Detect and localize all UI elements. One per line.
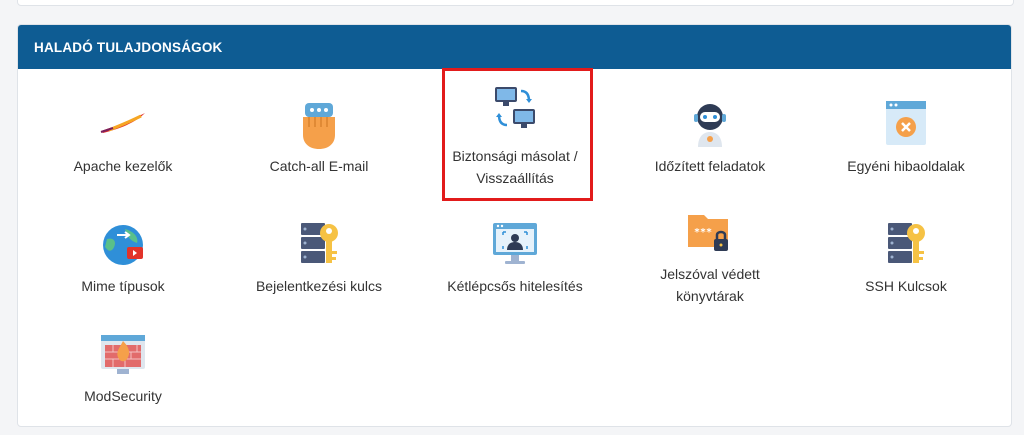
item-protected-directories[interactable]: *** Jelszóval védett könyvtárak (620, 205, 800, 307)
item-label: Mime típusok (81, 278, 165, 294)
item-label: Egyéni hibaoldalak (847, 158, 965, 174)
item-label: Catch-all E-mail (269, 158, 369, 174)
item-label: SSH Kulcsok (865, 278, 947, 294)
item-modsecurity[interactable]: ModSecurity (33, 327, 213, 407)
catch-all-hand-icon (303, 103, 335, 149)
panel-title: HALADÓ TULAJDONSÁGOK (34, 39, 223, 55)
item-label: Időzített feladatok (654, 158, 766, 174)
error-page-icon (886, 101, 926, 145)
item-label: Kétlépcsős hitelesítés (447, 278, 583, 294)
mime-globe-icon (103, 225, 143, 265)
item-label: ModSecurity (84, 388, 162, 404)
item-ssh-keys[interactable]: SSH Kulcsok (816, 217, 996, 297)
protected-folder-icon: *** (688, 215, 728, 251)
item-label: Apache kezelők (73, 158, 173, 174)
ssh-key-icon (888, 223, 925, 263)
item-mime-types[interactable]: Mime típusok (33, 217, 213, 297)
previous-panel (17, 0, 1014, 6)
highlight-box (442, 68, 593, 201)
item-apache-handlers[interactable]: Apache kezelők (33, 97, 213, 177)
login-key-icon (301, 223, 338, 263)
two-factor-monitor-icon (493, 223, 537, 264)
item-label: Bejelentkezési kulcs (255, 278, 383, 294)
item-label: Jelszóval védett könyvtárak (660, 266, 760, 304)
modsecurity-firewall-icon (101, 335, 145, 374)
svg-text:***: *** (694, 227, 712, 238)
panel-header: HALADÓ TULAJDONSÁGOK (18, 25, 1011, 69)
cron-robot-icon (694, 104, 726, 147)
item-catch-all[interactable]: Catch-all E-mail (229, 97, 409, 177)
item-two-factor-auth[interactable]: Kétlépcsős hitelesítés (425, 217, 605, 297)
apache-feather-icon (100, 113, 145, 133)
item-custom-error-pages[interactable]: Egyéni hibaoldalak (816, 97, 996, 177)
item-login-key[interactable]: Bejelentkezési kulcs (229, 217, 409, 297)
item-cron-jobs[interactable]: Időzített feladatok (620, 97, 800, 177)
